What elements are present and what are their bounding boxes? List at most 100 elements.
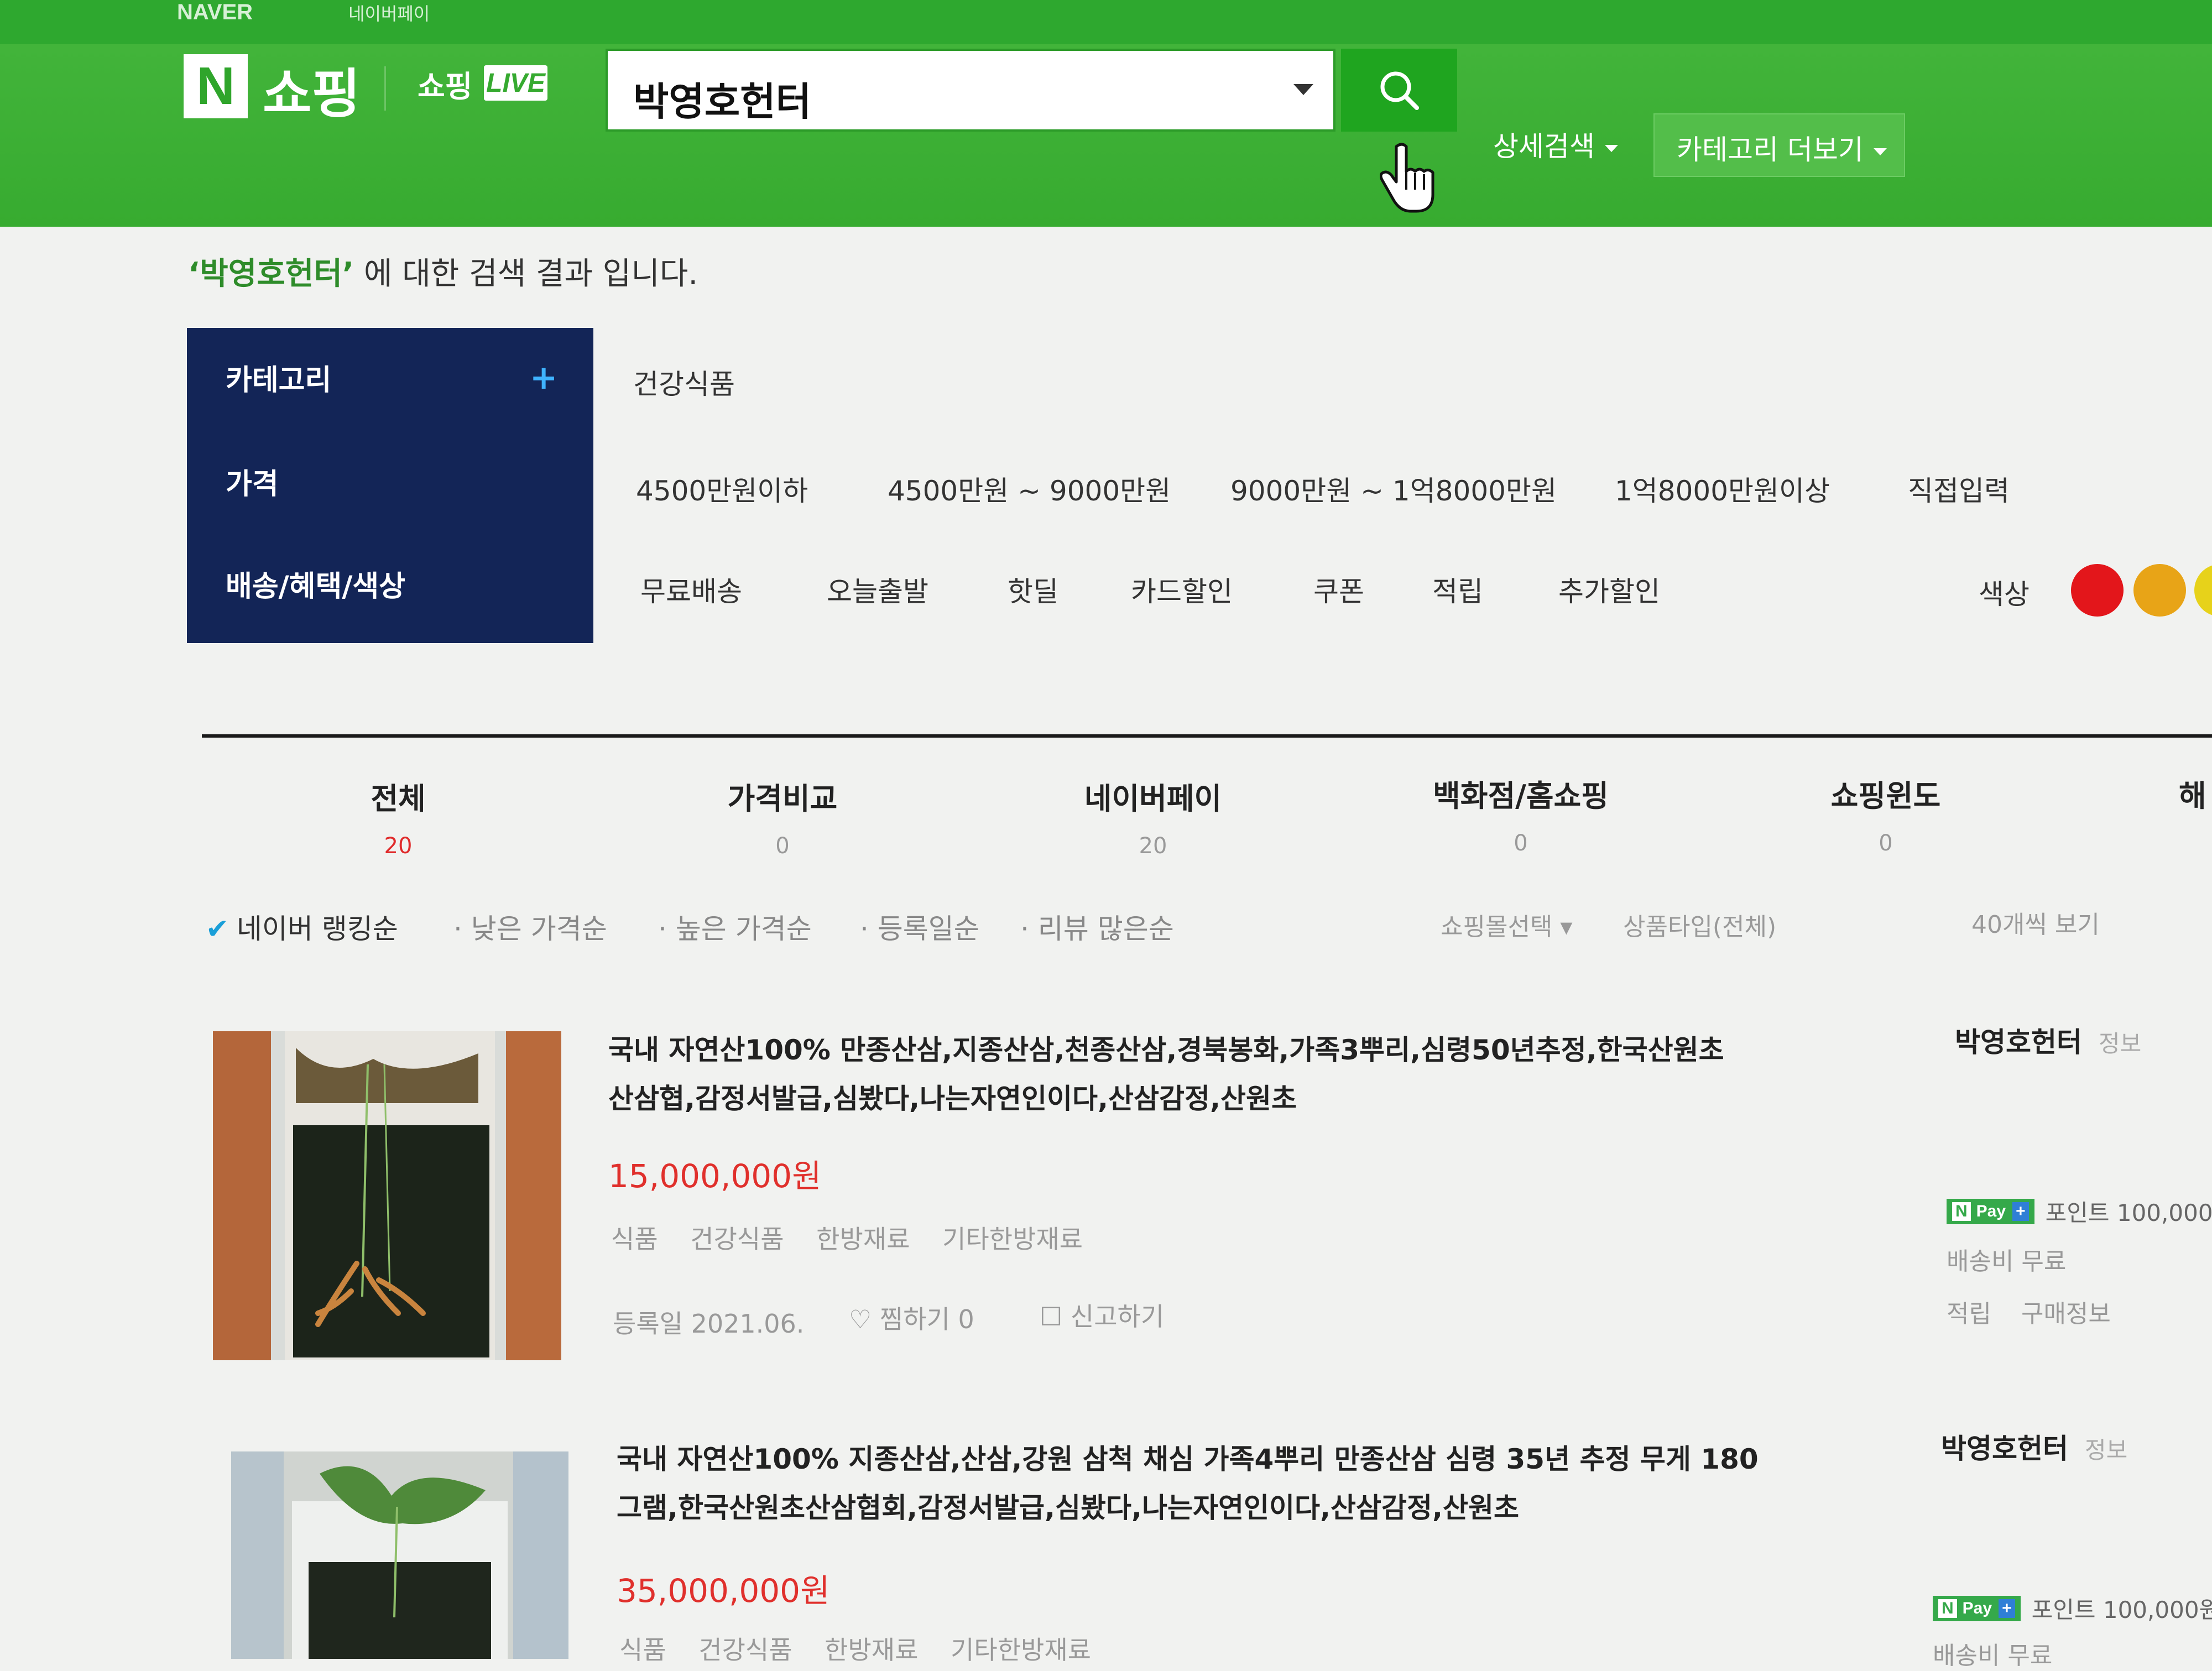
sort-registered[interactable]: · 등록일순 [860,907,979,947]
search-dropdown-icon[interactable] [1293,84,1313,95]
search-icon [1380,71,1419,110]
product-1-point: 포인트 100,000원 [2045,1199,2212,1226]
filter-tab-category[interactable]: 카테고리 [226,357,331,398]
naver-pay-link[interactable]: 네이버페이 [348,0,430,25]
color-swatch-orange[interactable] [2133,564,2186,617]
filter-panel: 카테고리 + 가격 배송/혜택/색상 [187,328,593,643]
product-1-cat-3[interactable]: 한방재료 [816,1224,910,1254]
search-button[interactable] [1341,49,1457,132]
view-count-dropdown[interactable]: 40개씩 보기 [1971,905,2100,940]
product-1-title[interactable]: 국내 자연산100% 만종산삼,지종산삼,천종산삼,경북봉화,가족3뿌리,심령5… [608,1026,1891,1123]
filter-category-value[interactable]: 건강식품 [633,362,735,402]
filter-price-4[interactable]: 1억8000만원이상 [1615,469,1830,509]
tab-all[interactable]: 전체 20 [260,774,536,859]
product-2-cat-4[interactable]: 기타한방재료 [951,1635,1091,1665]
product-1-cat-2[interactable]: 건강식품 [690,1224,784,1254]
search-result-summary: ‘박영호헌터’ 에 대한 검색 결과 입니다. [188,249,698,294]
product-1-reg-date: 등록일 2021.06. [613,1309,805,1339]
tab-naver-pay[interactable]: 네이버페이 20 [1015,774,1291,859]
filter-price-2[interactable]: 4500만원 ~ 9000만원 [888,469,1171,509]
product-2-categories: 식품 건강식품 한방재료 기타한방재료 [619,1630,1115,1667]
filter-points[interactable]: 적립 [1432,570,1483,609]
npay-badge-icon: N Pay + [1947,1198,2034,1224]
tab-shopping-window-label: 쇼핑윈도 [1830,779,1941,813]
category-more-inner: 카테고리 더보기 [1677,128,1887,168]
product-1-extra: 적립 구매정보 [1947,1294,2133,1329]
tab-department-store[interactable]: 백화점/홈쇼핑 0 [1383,771,1659,856]
filter-price-1[interactable]: 4500만원이하 [636,469,808,509]
filter-tab-delivery[interactable]: 배송/혜택/색상 [226,563,405,604]
product-2-npay-points: N Pay + 포인트 100,000원 [1933,1591,2212,1625]
product-type-label: 상품타입(전체) [1623,913,1777,941]
check-icon: ✔ [206,913,229,945]
sort-naver-ranking[interactable]: ✔ 네이버 랭킹순 [206,907,398,947]
product-1-thumbnail[interactable] [213,1031,561,1360]
tabs-divider [202,734,2212,738]
shopping-live-text[interactable]: 쇼핑 [418,62,472,106]
product-1-cat-4[interactable]: 기타한방재료 [942,1224,1083,1254]
detail-search-button[interactable]: 상세검색 [1493,124,1618,164]
detail-search-label: 상세검색 [1493,130,1595,163]
product-2-thumbnail[interactable] [231,1451,568,1659]
product-1-cat-1[interactable]: 식품 [611,1224,658,1254]
shopping-logo-text[interactable]: 쇼핑 [263,51,361,128]
sort-registered-label: 등록일순 [877,913,979,945]
product-2-cat-3[interactable]: 한방재료 [825,1635,918,1665]
product-2-shipping: 배송비 무료 [1933,1642,2053,1670]
color-swatch-red[interactable] [2071,564,2124,617]
filter-free-shipping[interactable]: 무료배송 [640,570,742,609]
tab-department-store-label: 백화점/홈쇼핑 [1433,779,1609,813]
product-type-dropdown[interactable]: 상품타입(전체) [1623,907,1776,942]
sort-low-price-label: 낮은 가격순 [471,913,607,945]
top-strip: NAVER 네이버페이 [0,0,2212,44]
product-1-report[interactable]: ☐ 신고하기 [1040,1297,1164,1333]
mall-select-dropdown[interactable]: 쇼핑몰선택 ▾ [1441,907,1572,942]
product-1-wish[interactable]: ♡ 찜하기 0 [849,1299,974,1336]
product-2-seller-name: 박영호헌터 [1941,1433,2068,1465]
sort-many-reviews-label: 리뷰 많은순 [1037,913,1174,945]
category-more-button[interactable]: 카테고리 더보기 [1653,113,1905,177]
product-2-seller[interactable]: 박영호헌터 정보 [1941,1427,2127,1466]
heart-icon: ♡ [849,1304,880,1334]
filter-coupon[interactable]: 쿠폰 [1313,570,1364,609]
tab-price-compare-label: 가격비교 [727,781,838,816]
filter-hot-deal[interactable]: 핫딜 [1008,570,1058,609]
search-input[interactable]: 박영호헌터 [606,49,1335,132]
product-2-cat-1[interactable]: 식품 [619,1635,666,1665]
filter-price-custom[interactable]: 직접입력 [1908,469,2010,509]
product-2-title-line2: 그램,한국산원초산삼협회,감정서발급,심봤다,나는자연인이다,산삼감정,산원초 [617,1492,1519,1524]
sort-many-reviews[interactable]: · 리뷰 많은순 [1020,907,1174,947]
tab-shopping-window-count: 0 [1879,831,1893,856]
product-1-seller-info[interactable]: 정보 [2099,1030,2141,1057]
sort-naver-ranking-label: 네이버 랭킹순 [236,913,398,945]
product-1-price: 15,000,000원 [608,1157,822,1195]
chevron-down-icon [1605,145,1618,152]
naver-link[interactable]: NAVER [177,0,253,25]
filter-extra-discount[interactable]: 추가할인 [1558,570,1660,609]
tab-naver-pay-label: 네이버페이 [1084,781,1222,816]
naver-logo[interactable]: N [184,54,248,118]
filter-tab-price[interactable]: 가격 [226,461,279,502]
tab-shopping-window[interactable]: 쇼핑윈도 0 [1747,771,2024,856]
tab-partial[interactable]: 해 [2179,771,2212,815]
filter-card-discount[interactable]: 카드할인 [1131,570,1233,609]
color-swatch-yellow[interactable] [2194,564,2212,617]
product-1-seller-name: 박영호헌터 [1955,1026,2082,1058]
filter-today-ship[interactable]: 오늘출발 [827,570,928,609]
product-2-cat-2[interactable]: 건강식품 [698,1635,792,1665]
npay-badge-icon: N Pay + [1933,1595,2021,1621]
product-1-categories: 식품 건강식품 한방재료 기타한방재료 [611,1219,1107,1256]
tab-price-compare[interactable]: 가격비교 0 [644,774,921,859]
result-suffix: 에 대한 검색 결과 입니다. [354,256,698,292]
product-1-seller[interactable]: 박영호헌터 정보 [1955,1020,2141,1060]
product-1-purchase-info[interactable]: 구매정보 [2021,1300,2111,1328]
tab-department-store-count: 0 [1514,831,1528,856]
live-badge[interactable]: LIVE [484,65,547,101]
sort-high-price[interactable]: · 높은 가격순 [658,907,812,947]
plus-icon[interactable]: + [530,358,557,397]
product-2-seller-info[interactable]: 정보 [2085,1437,2127,1464]
mall-select-label: 쇼핑몰선택 [1441,913,1553,941]
filter-price-3[interactable]: 9000만원 ~ 1억8000만원 [1230,469,1557,509]
sort-low-price[interactable]: · 낮은 가격순 [453,907,607,947]
product-2-title[interactable]: 국내 자연산100% 지종산삼,산삼,강원 삼척 채심 가족4뿌리 만종산삼 심… [617,1435,1900,1532]
